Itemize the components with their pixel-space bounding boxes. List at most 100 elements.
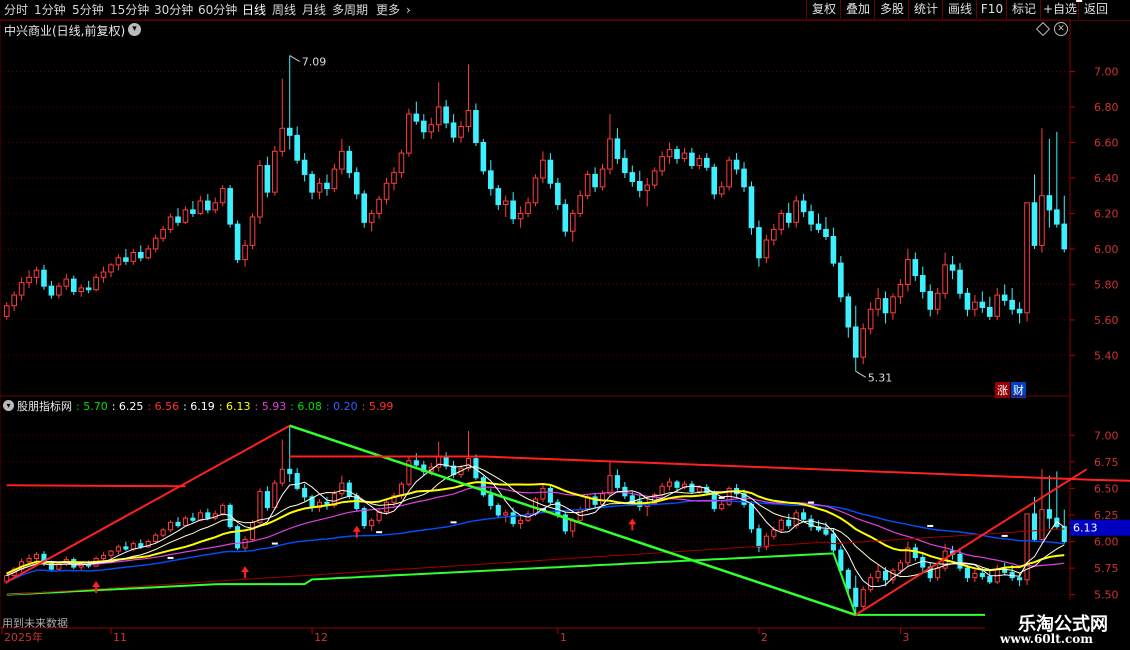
signal-dash	[927, 524, 934, 527]
ind-candle-body	[748, 503, 755, 530]
ind-candle-body	[384, 501, 390, 513]
candle-body	[599, 168, 606, 188]
ind-candle-body	[361, 508, 367, 527]
candle-body	[331, 168, 338, 190]
signal-dash	[450, 521, 457, 524]
candle-body	[748, 186, 755, 229]
ind-candle-body	[71, 559, 77, 568]
signal-dash	[718, 496, 725, 499]
candle-body	[882, 298, 889, 314]
ind-candle-body	[659, 485, 665, 496]
candle-body	[1016, 308, 1023, 314]
ind-candle-body	[674, 481, 680, 488]
chart-canvas[interactable]: 7.00 6.80 6.60 6.40 6.20 6.00 5.80 5.60 5.40 7.00…	[0, 0, 1130, 650]
candle-body	[70, 278, 77, 293]
low-marker-line	[855, 370, 867, 378]
ind-candle-body	[413, 460, 419, 466]
main-ytick-label: 6.80	[1094, 101, 1119, 114]
candle-body	[443, 106, 449, 124]
candle-body	[33, 269, 40, 278]
candle-body	[875, 298, 881, 310]
ind-candle-body	[249, 521, 256, 540]
candle-body	[763, 239, 770, 259]
candle-body	[294, 134, 300, 161]
ind-candle-body	[920, 556, 926, 568]
ind-candle-body	[175, 521, 181, 527]
candle-body	[249, 216, 256, 246]
candle-body	[897, 283, 904, 298]
candle-body	[890, 296, 896, 314]
candle-body	[413, 113, 420, 122]
ind-candle-body	[696, 486, 702, 493]
candle-body	[495, 188, 502, 206]
ind-candle-body	[182, 517, 189, 527]
candle-body	[517, 212, 524, 220]
candle-body	[376, 198, 382, 214]
ind-candle-body	[830, 533, 836, 551]
ind-candle-body	[614, 475, 620, 488]
ind-candle-body	[294, 473, 300, 489]
candle-body	[93, 276, 99, 291]
candle-body	[48, 285, 55, 296]
candle-body	[465, 110, 472, 127]
candle-body	[175, 216, 181, 223]
ind-candle-body	[160, 529, 166, 536]
candle-body	[540, 159, 546, 179]
candle-body	[1001, 294, 1008, 301]
candle-body	[279, 127, 286, 152]
candle-body	[130, 251, 137, 262]
candle-body	[182, 209, 189, 223]
candle-body	[56, 285, 62, 296]
ind-candle-body	[302, 487, 308, 498]
candle-body	[949, 264, 956, 271]
ind-candle-body	[845, 569, 851, 589]
xtick-label: 2025年	[4, 630, 43, 644]
candle-body	[257, 165, 263, 218]
main-ytick-label: 6.20	[1094, 207, 1119, 220]
ind-candle-body	[1031, 513, 1038, 540]
candle-body	[115, 257, 122, 266]
ind-candle-body	[987, 576, 993, 583]
candle-body	[41, 269, 47, 287]
ind-candle-body	[108, 550, 114, 556]
candle-body	[629, 172, 636, 182]
ind-ytick-label: 5.75	[1094, 562, 1119, 575]
ind-candle-body	[972, 572, 978, 579]
candle-body	[450, 122, 457, 138]
candle-body	[309, 173, 315, 193]
candle-body	[212, 202, 219, 211]
candle-body	[726, 159, 732, 188]
candle-body	[584, 173, 591, 197]
candle-body	[488, 170, 494, 190]
candle-body	[242, 244, 248, 261]
candle-body	[406, 113, 412, 154]
signal-dash	[167, 556, 174, 559]
ind-candle-body	[279, 468, 285, 484]
ind-candle-body	[257, 491, 263, 523]
ind-candle-body	[235, 526, 241, 549]
ind-candle-body	[1017, 577, 1023, 581]
low-price-label: 5.31	[868, 371, 893, 384]
candle-body	[391, 172, 397, 184]
candle-body	[361, 193, 368, 223]
ind-ytick-label: 6.75	[1094, 456, 1119, 469]
candle-body	[994, 294, 1001, 317]
watermark-url: www.60lt.com	[1000, 632, 1093, 646]
signal-dash	[629, 501, 636, 504]
candle-body	[368, 212, 375, 223]
candle-body	[651, 170, 658, 186]
candle-body	[957, 269, 963, 294]
candle-body	[927, 291, 934, 310]
candle-body	[756, 227, 762, 259]
current-value-text: 6.13	[1073, 522, 1098, 535]
candle-body	[852, 326, 859, 358]
ind-candle-body	[488, 494, 494, 506]
candle-body	[383, 182, 390, 200]
candle-body	[152, 237, 159, 250]
candle-body	[234, 223, 241, 261]
candle-body	[666, 149, 673, 158]
candle-body	[3, 305, 10, 317]
candle-body	[1009, 299, 1015, 310]
candle-body	[137, 251, 144, 259]
candle-body	[11, 294, 17, 307]
